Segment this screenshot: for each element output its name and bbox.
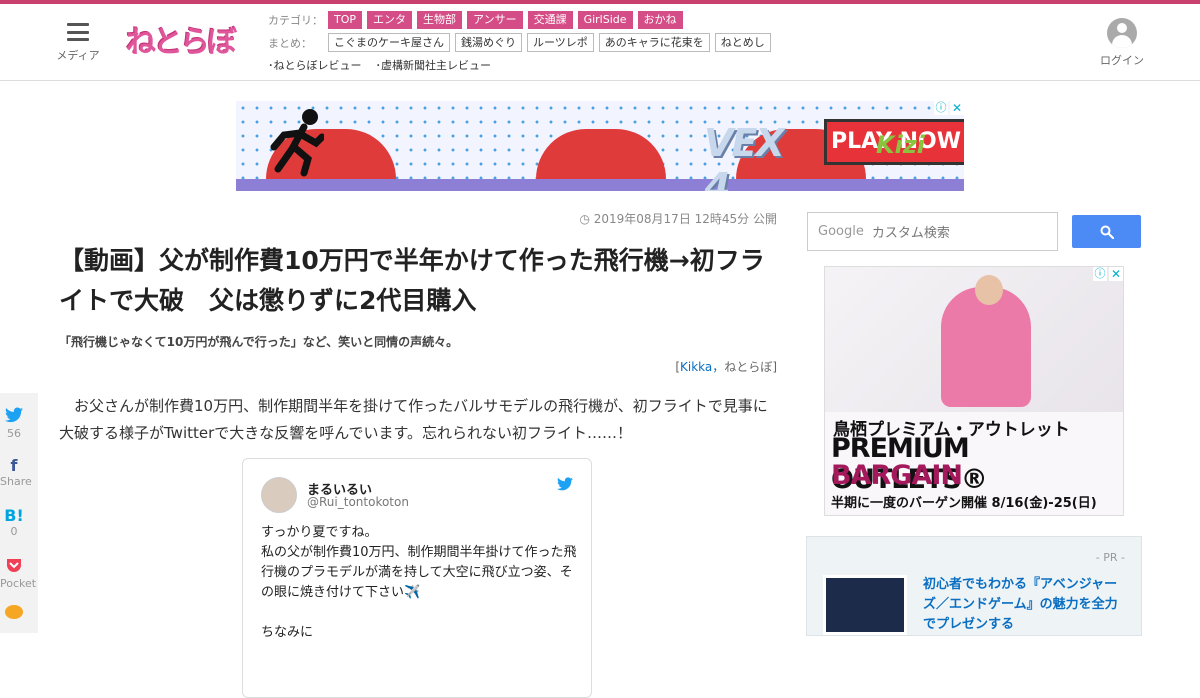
running-man-icon [270, 109, 324, 177]
article-lead: お父さんが制作費10万円、制作期間半年を掛けて作ったバルサモデルの飛行機が、初フ… [59, 397, 768, 442]
summary-link[interactable]: ねとめし [714, 33, 771, 52]
ad-model-figure [941, 287, 1031, 407]
summary-link[interactable]: ルーツレポ [527, 33, 594, 52]
share-bar: 56 f Share B! 0 Pocket [0, 393, 38, 633]
hatena-count: 0 [10, 525, 18, 538]
article-title: 【動画】父が制作費10万円で半年かけて作った飛行機→初フライトで大破 父は懲りず… [59, 246, 765, 315]
ad-close-icon[interactable]: ✕ [950, 101, 964, 115]
search-icon [1100, 225, 1114, 239]
category-girlside[interactable]: GirlSide [577, 11, 633, 29]
ad-close-icon[interactable]: ✕ [1109, 267, 1123, 281]
pr-link[interactable]: 初心者でもわかる『アベンジャーズ／エンドゲーム』の魅力を全力でプレゼンする [923, 575, 1123, 635]
media-menu-button[interactable]: メディア [55, 20, 101, 63]
summary-link[interactable]: こぐまのケーキ屋さん [328, 33, 450, 52]
credit-separator: ， [712, 360, 725, 374]
review-nav: ･ねとらぼレビュー ･虚構新聞社主レビュー [268, 57, 505, 73]
article: ◷ 2019年08月17日 12時45分 公開 【動画】父が制作費10万円で半年… [59, 210, 777, 698]
pocket-icon [0, 557, 28, 577]
hamburger-icon [67, 23, 89, 41]
ad-floor [236, 179, 964, 191]
review-link[interactable]: ･ねとらぼレビュー [268, 57, 362, 73]
category-koutsu[interactable]: 交通課 [527, 11, 573, 29]
tweet-body: すっかり夏ですね。 私の父が制作費10万円、制作期間半年掛けて作った飛行機のプラ… [261, 525, 577, 640]
chat-bubble-icon [0, 605, 28, 625]
google-brand: Google [818, 224, 864, 239]
pr-thumbnail[interactable] [823, 575, 907, 635]
summary-link[interactable]: 銭湯めぐり [455, 33, 522, 52]
facebook-label: Share [0, 475, 32, 488]
category-answer[interactable]: アンサー [467, 11, 523, 29]
tweet-avatar[interactable] [261, 477, 297, 513]
pocket-share[interactable]: Pocket [0, 557, 36, 590]
ad-line-4: 半期に一度のバーゲン開催 8/16(金)-25(日) [831, 496, 1097, 511]
site-search-input[interactable]: Google カスタム検索 [807, 212, 1058, 251]
embedded-tweet[interactable]: まるいるい @Rui_tontokoton すっかり夏ですね。 私の父が制作費1… [242, 458, 592, 698]
article-subtitle: 「飛行機じゃなくて10万円が飛んで行った」など、笑いと同情の声続々。 [59, 335, 459, 349]
tweet-author-handle[interactable]: @Rui_tontokoton [307, 495, 409, 509]
login-button[interactable]: ログイン [1098, 18, 1146, 68]
twitter-bird-icon[interactable] [557, 477, 573, 491]
hatena-bookmark-icon: B! [4, 506, 24, 525]
hatena-share[interactable]: B! 0 [0, 506, 28, 539]
user-avatar-icon [1107, 18, 1137, 48]
pr-label: - PR - [1095, 551, 1125, 564]
published-date: ◷ 2019年08月17日 12時45分 公開 [579, 212, 777, 226]
sidebar-ad[interactable]: 鳥栖プレミアム・アウトレット PREMIUM OUTLETS® BARGAIN … [824, 266, 1124, 516]
category-seibutsu[interactable]: 生物部 [417, 11, 463, 29]
summary-nav: まとめ： こぐまのケーキ屋さん 銭湯めぐり ルーツレポ あのキャラに花束を ねと… [268, 33, 776, 52]
ad-sponsor: Kizi [876, 131, 926, 159]
category-okane[interactable]: おかね [637, 11, 683, 29]
logo-text: ねとらぼ [126, 25, 237, 60]
site-logo[interactable]: ねとらぼ [126, 16, 238, 62]
search-button[interactable] [1072, 215, 1141, 248]
author-link[interactable]: Kikka [680, 360, 712, 374]
article-credit: [Kikka，ねとらぼ] [59, 358, 777, 375]
category-nav: カテゴリ： TOP エンタ 生物部 アンサー 交通課 GirlSide おかね [268, 11, 688, 29]
review-link[interactable]: ･虚構新聞社主レビュー [376, 57, 492, 73]
line-share[interactable] [0, 605, 28, 625]
ad-model-head [975, 275, 1003, 305]
site-header: メディア ねとらぼ カテゴリ： TOP エンタ 生物部 アンサー 交通課 Gir… [0, 4, 1200, 81]
twitter-icon [0, 407, 28, 427]
credit-bracket: ] [772, 360, 777, 374]
search-placeholder: カスタム検索 [871, 226, 950, 241]
login-label: ログイン [1100, 54, 1144, 67]
top-ad-banner[interactable]: VEX 4 PLAY NOW Kizi ⓘ ✕ [236, 101, 964, 191]
summary-link[interactable]: あのキャラに花束を [598, 33, 710, 52]
pocket-label: Pocket [0, 577, 37, 590]
ad-line-3: BARGAIN [831, 460, 963, 491]
facebook-icon: f [10, 456, 18, 475]
category-enta[interactable]: エンタ [367, 11, 413, 29]
facebook-share[interactable]: f Share [0, 456, 32, 489]
twitter-share[interactable]: 56 [0, 407, 28, 440]
pr-box: - PR - 初心者でもわかる『アベンジャーズ／エンドゲーム』の魅力を全力でプレ… [806, 536, 1142, 636]
summary-label: まとめ： [268, 36, 312, 50]
twitter-count: 56 [7, 427, 21, 440]
media-menu-label: メディア [56, 49, 100, 62]
ad-game-title: VEX 4 [704, 121, 785, 191]
credit-site: ねとらぼ [724, 360, 773, 374]
ad-info-icon[interactable]: ⓘ [1093, 267, 1107, 281]
ad-info-icon[interactable]: ⓘ [934, 101, 948, 115]
category-top[interactable]: TOP [328, 11, 363, 29]
category-label: カテゴリ： [268, 14, 323, 27]
